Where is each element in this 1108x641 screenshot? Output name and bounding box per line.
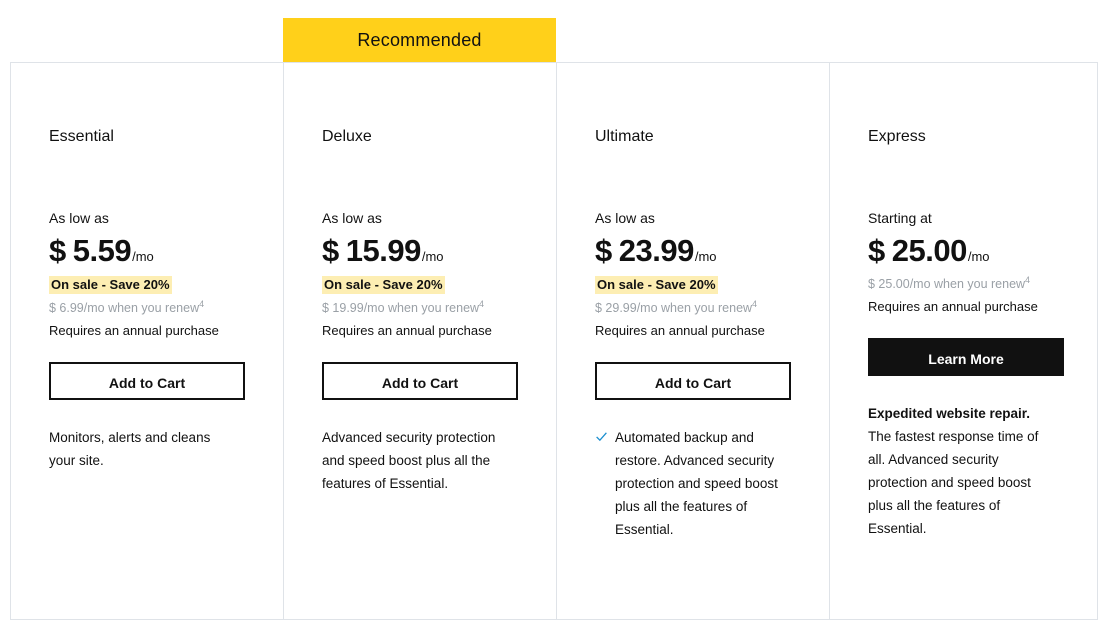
plan-title: Express: [868, 128, 926, 145]
recommended-ribbon: Recommended: [283, 18, 556, 74]
checkmark-icon: [596, 432, 607, 442]
sale-badge: On sale - Save 20%: [322, 276, 445, 294]
add-to-cart-button[interactable]: Add to Cart: [322, 362, 518, 400]
price-currency: $: [49, 233, 66, 268]
price-period: /mo: [421, 249, 444, 264]
pricing-plans-table: Essential As low as $5.59/mo On sale - Save…: [10, 62, 1098, 620]
price-amount: 25.00: [891, 233, 968, 268]
price-lead-text: As low as: [49, 210, 109, 226]
renew-price-note: $ 29.99/mo when you renew4: [595, 298, 791, 317]
price-currency: $: [868, 233, 885, 268]
price-lead-text: As low as: [595, 210, 655, 226]
price-currency: $: [595, 233, 612, 268]
sale-badge: On sale - Save 20%: [49, 276, 172, 294]
plan-column-express: Express Starting at $25.00/mo $ 25.00/mo wh…: [830, 63, 1102, 619]
renew-footnote-marker: 4: [479, 298, 485, 309]
plan-title: Deluxe: [322, 128, 372, 145]
price-period: /mo: [132, 249, 154, 264]
plan-description: Monitors, alerts and cleans your site.: [49, 426, 224, 472]
requires-note: Requires an annual purchase: [322, 323, 492, 338]
price-amount: 5.59: [72, 233, 132, 268]
plan-description-text: Automated backup and restore. Advanced s…: [615, 430, 778, 537]
renew-footnote-marker: 4: [752, 298, 758, 309]
plan-title: Essential: [49, 128, 114, 145]
price-amount: 15.99: [345, 233, 422, 268]
renew-footnote-marker: 4: [199, 298, 205, 309]
renew-price-text: $ 6.99/mo when you renew: [49, 301, 200, 315]
price-row: $23.99/mo: [595, 233, 791, 269]
price-lead-text: Starting at: [868, 210, 932, 226]
plan-column-ultimate: Ultimate As low as $23.99/mo On sale - Save…: [557, 63, 830, 619]
plan-title: Ultimate: [595, 128, 654, 145]
price-period: /mo: [694, 249, 717, 264]
plan-column-essential: Essential As low as $5.59/mo On sale - Save…: [11, 63, 284, 619]
price-lead-text: As low as: [322, 210, 382, 226]
plan-description: Advanced security protection and speed b…: [322, 426, 497, 495]
price-row: $5.59/mo: [49, 233, 245, 269]
add-to-cart-button[interactable]: Add to Cart: [595, 362, 791, 400]
price-row: $15.99/mo: [322, 233, 518, 269]
renew-price-text: $ 25.00/mo when you renew: [868, 277, 1026, 291]
price-currency: $: [322, 233, 339, 268]
plan-description: Expedited website repair. The fastest re…: [868, 402, 1043, 540]
requires-note: Requires an annual purchase: [595, 323, 765, 338]
plan-description-text: Monitors, alerts and cleans your site.: [49, 430, 211, 468]
price-row: $25.00/mo: [868, 233, 1064, 269]
renew-price-note: $ 19.99/mo when you renew4: [322, 298, 518, 317]
add-to-cart-button[interactable]: Add to Cart: [49, 362, 245, 400]
renew-price-text: $ 29.99/mo when you renew: [595, 301, 753, 315]
requires-note: Requires an annual purchase: [49, 323, 219, 338]
price-amount: 23.99: [618, 233, 695, 268]
plan-description-text: Advanced security protection and speed b…: [322, 430, 496, 491]
renew-price-text: $ 19.99/mo when you renew: [322, 301, 480, 315]
requires-note: Requires an annual purchase: [868, 299, 1038, 314]
price-period: /mo: [967, 249, 990, 264]
recommended-ribbon-label: Recommended: [357, 30, 482, 50]
plan-description: Automated backup and restore. Advanced s…: [595, 426, 790, 541]
renew-price-note: $ 25.00/mo when you renew4: [868, 274, 1064, 293]
learn-more-button[interactable]: Learn More: [868, 338, 1064, 376]
plan-description-text: The fastest response time of all. Advanc…: [868, 429, 1039, 536]
plan-column-deluxe: Deluxe As low as $15.99/mo On sale - Save 2…: [284, 63, 557, 619]
renew-footnote-marker: 4: [1025, 274, 1031, 285]
sale-badge: On sale - Save 20%: [595, 276, 718, 294]
recommended-ribbon-layer: Recommended: [0, 0, 1108, 74]
renew-price-note: $ 6.99/mo when you renew4: [49, 298, 245, 317]
description-lead: Expedited website repair.: [868, 406, 1031, 421]
